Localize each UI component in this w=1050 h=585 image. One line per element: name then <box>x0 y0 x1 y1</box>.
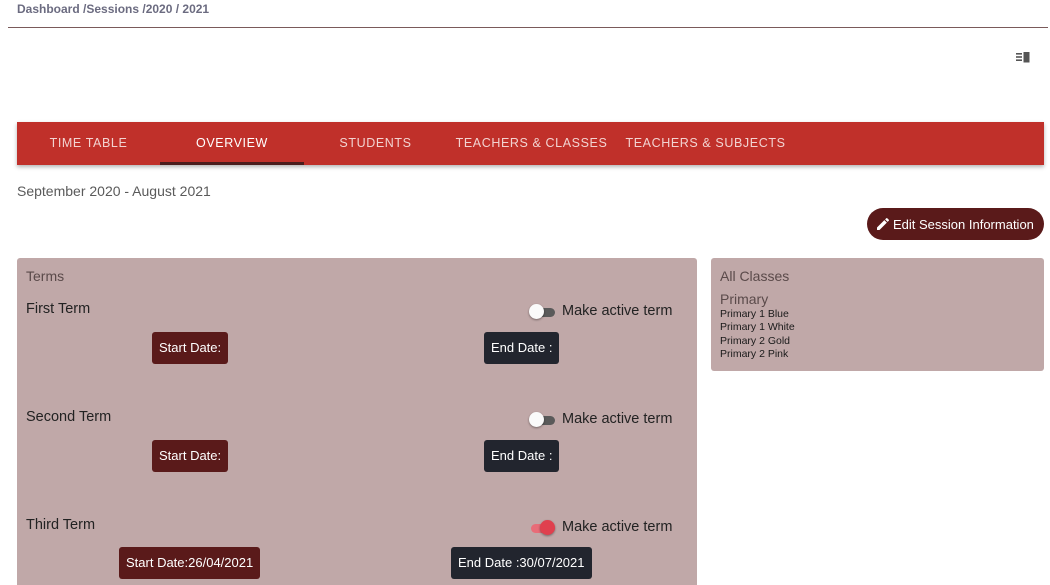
class-item[interactable]: Primary 1 White <box>720 321 795 334</box>
pencil-icon <box>877 217 890 230</box>
tab-time-table[interactable]: TIME TABLE <box>17 122 160 165</box>
session-range: September 2020 - August 2021 <box>17 183 211 199</box>
terms-panel: Terms First Term Make active term Start … <box>17 258 697 585</box>
classes-panel-title: All Classes <box>720 268 790 284</box>
toggle-knob <box>529 412 544 427</box>
toggle-knob <box>540 520 555 535</box>
class-item[interactable]: Primary 1 Blue <box>720 308 795 321</box>
class-item[interactable]: Primary 2 Gold <box>720 335 795 348</box>
tab-bar: TIME TABLE OVERVIEW STUDENTS TEACHERS & … <box>17 122 1044 165</box>
class-group-name: Primary <box>720 291 769 307</box>
tab-teachers-subjects[interactable]: TEACHERS & SUBJECTS <box>623 122 788 165</box>
active-term-label: Make active term <box>562 411 673 427</box>
tab-teachers-classes[interactable]: TEACHERS & CLASSES <box>454 122 609 165</box>
active-tab-indicator <box>160 162 304 165</box>
active-term-label: Make active term <box>562 303 673 319</box>
class-list: Primary 1 Blue Primary 1 White Primary 2… <box>720 308 795 361</box>
edit-session-button[interactable]: Edit Session Information <box>867 208 1044 240</box>
breadcrumb: Dashboard /Sessions /2020 / 2021 <box>17 2 210 16</box>
term-name: Third Term <box>26 517 96 533</box>
edit-session-label: Edit Session Information <box>893 216 1034 232</box>
start-date-button[interactable]: Start Date: <box>152 332 229 364</box>
active-term-toggle[interactable] <box>529 304 555 320</box>
classes-panel: All Classes Primary Primary 1 Blue Prima… <box>711 258 1044 371</box>
header-divider <box>8 27 1048 28</box>
active-term-toggle[interactable] <box>529 412 555 428</box>
active-term-label: Make active term <box>562 519 673 535</box>
end-date-button[interactable]: End Date : <box>484 332 560 364</box>
start-date-button[interactable]: Start Date: <box>152 440 229 472</box>
term-name: First Term <box>26 301 91 317</box>
view-columns-icon[interactable] <box>1016 52 1030 64</box>
toggle-knob <box>529 304 544 319</box>
tab-students[interactable]: STUDENTS <box>304 122 447 165</box>
end-date-button[interactable]: End Date :30/07/2021 <box>451 547 592 579</box>
tab-overview[interactable]: OVERVIEW <box>160 122 304 165</box>
class-item[interactable]: Primary 2 Pink <box>720 348 795 361</box>
active-term-toggle[interactable] <box>529 520 555 536</box>
terms-panel-title: Terms <box>26 268 65 284</box>
term-name: Second Term <box>26 409 112 425</box>
start-date-button[interactable]: Start Date:26/04/2021 <box>119 547 261 579</box>
end-date-button[interactable]: End Date : <box>484 440 560 472</box>
